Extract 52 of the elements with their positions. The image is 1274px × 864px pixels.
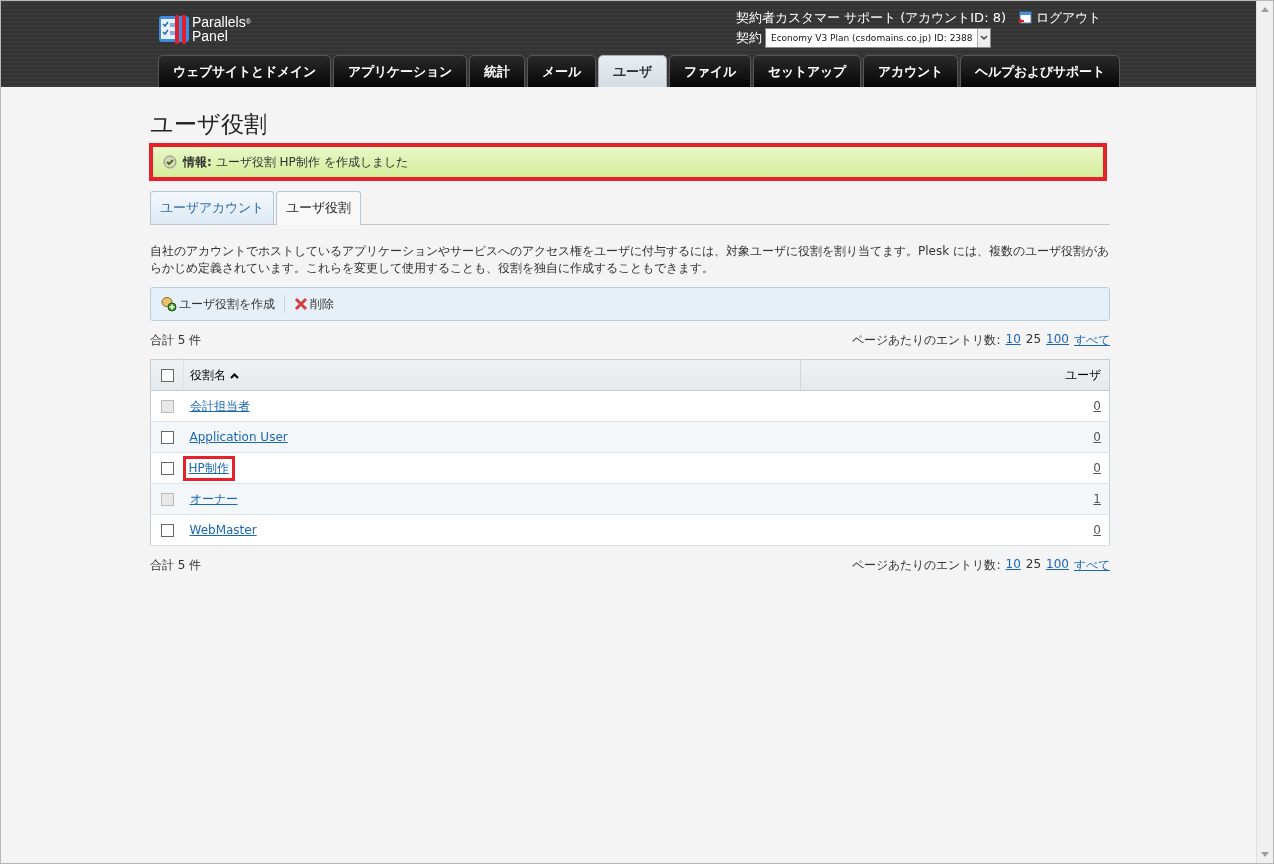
role-link[interactable]: HP制作 (188, 460, 229, 475)
account-owner: 契約者カスタマー サポート (アカウントID: 8) (735, 9, 1006, 27)
nav-tab[interactable]: ヘルプおよびサポート (960, 55, 1120, 87)
nav-tab[interactable]: 統計 (469, 55, 525, 87)
sub-tab[interactable]: ユーザ役割 (276, 191, 361, 225)
total-count: 合計 5 件 (150, 331, 202, 349)
nav-tab[interactable]: ユーザ (598, 55, 667, 87)
nav-tab[interactable]: アプリケーション (333, 55, 467, 87)
per-page-label: ページあたりのエントリ数: (852, 331, 1001, 349)
sort-up-icon (229, 372, 239, 379)
row-checkbox[interactable] (160, 462, 174, 475)
nav-tab[interactable]: ファイル (669, 55, 751, 87)
subscription-label: 契約 (735, 29, 763, 47)
per-page-label: ページあたりのエントリ数: (852, 556, 1001, 574)
sub-tab[interactable]: ユーザアカウント (150, 191, 274, 224)
role-link[interactable]: WebMaster (189, 523, 257, 537)
per-page-link[interactable]: すべて (1074, 556, 1110, 574)
nav-tab[interactable]: ウェブサイトとドメイン (158, 55, 331, 87)
nav-tab[interactable]: セットアップ (753, 55, 861, 87)
create-button[interactable]: ユーザ役割を作成 (161, 295, 275, 313)
user-count-link[interactable]: 0 (1093, 430, 1101, 444)
user-count-link[interactable]: 0 (1093, 461, 1101, 475)
page-title: ユーザ役割 (150, 110, 268, 139)
user-count-link[interactable]: 0 (1093, 523, 1101, 537)
message-text: 情報: ユーザ役割 HP制作 を作成しました (183, 153, 408, 171)
logout-icon (1018, 11, 1032, 25)
per-page-link[interactable]: 100 (1046, 556, 1069, 574)
logout-link[interactable]: ログアウト (1018, 9, 1101, 27)
per-page-link[interactable]: 10 (1005, 556, 1021, 574)
dropdown-caret-icon (976, 29, 990, 47)
checklist-logo-icon (158, 12, 190, 45)
per-page-link[interactable]: 100 (1046, 331, 1069, 349)
check-circle-icon (163, 155, 177, 169)
user-add-icon (161, 296, 177, 312)
role-link[interactable]: Application User (189, 430, 288, 444)
row-checkbox[interactable] (160, 524, 174, 537)
select-all-checkbox[interactable] (160, 369, 174, 382)
row-checkbox[interactable] (160, 431, 174, 444)
per-page-current: 25 (1025, 556, 1042, 573)
nav-tab[interactable]: メール (527, 55, 596, 87)
subscription-select[interactable]: Economy V3 Plan (csdomains.co.jp) ID: 2388 (764, 28, 991, 48)
logo-text: Parallels$^{®}$ Panel (192, 14, 251, 43)
per-page-link[interactable]: すべて (1074, 331, 1110, 349)
column-header[interactable]: 役割名 (183, 359, 801, 391)
total-count: 合計 5 件 (150, 556, 202, 574)
nav-tab[interactable]: アカウント (863, 55, 958, 87)
delete-button[interactable]: 削除 (294, 295, 334, 313)
description-text: 自社のアカウントでホストしているアプリケーションやサービスへのアクセス権をユーザに付与するには、対象ユーザに役割を割り当てます。Plesk には、複数のユーザ役割があらかじめ定義されています。これらを変更して使用することも、役割を独自に作成することもできます。 (150, 243, 1110, 277)
close-icon (294, 297, 308, 311)
column-header[interactable]: ユーザ (800, 359, 1110, 391)
per-page-current: 25 (1025, 331, 1042, 348)
per-page-link[interactable]: 10 (1005, 331, 1021, 349)
